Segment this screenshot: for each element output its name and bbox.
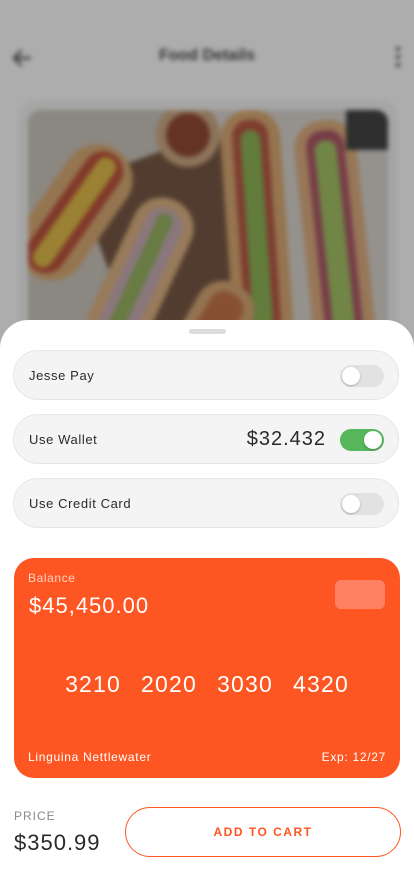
card-number-group: 2020	[141, 671, 197, 697]
payment-bottom-sheet: Jesse Pay Use Wallet $32.432 Use Credit …	[0, 320, 414, 896]
credit-card-toggle[interactable]	[340, 493, 384, 515]
payment-option-credit-card[interactable]: Use Credit Card	[13, 478, 399, 528]
option-label: Jesse Pay	[29, 368, 95, 383]
option-label: Use Wallet	[29, 432, 98, 447]
card-expiry: Exp: 12/27	[321, 750, 386, 764]
wallet-toggle[interactable]	[340, 429, 384, 451]
card-balance: $45,450.00	[29, 593, 150, 618]
jesse-pay-toggle[interactable]	[340, 365, 384, 387]
toggle-knob	[342, 495, 360, 513]
wallet-amount: $32.432	[246, 428, 326, 450]
payment-option-jesse-pay[interactable]: Jesse Pay	[13, 350, 399, 400]
card-number-group: 4320	[292, 671, 349, 697]
credit-card[interactable]: Balance $45,450.00 3210 2020 3030 4320 Ling…	[14, 558, 400, 778]
card-balance-label: Balance	[28, 571, 76, 585]
price-label: PRICE	[14, 809, 56, 823]
toggle-knob	[364, 431, 382, 449]
card-number-group: 3210	[65, 671, 122, 697]
toggle-knob	[342, 367, 360, 385]
card-number-group: 3030	[217, 671, 273, 697]
card-number: 3210 2020 3030 4320	[14, 671, 400, 698]
card-holder-name: Linguina Nettlewater	[28, 750, 152, 764]
payment-option-wallet[interactable]: Use Wallet $32.432	[13, 414, 399, 464]
option-label: Use Credit Card	[29, 496, 132, 511]
add-to-cart-button[interactable]: ADD TO CART	[125, 807, 401, 857]
card-chip-icon	[335, 580, 385, 609]
drag-handle[interactable]	[189, 329, 226, 334]
price-value: $350.99	[14, 830, 101, 855]
